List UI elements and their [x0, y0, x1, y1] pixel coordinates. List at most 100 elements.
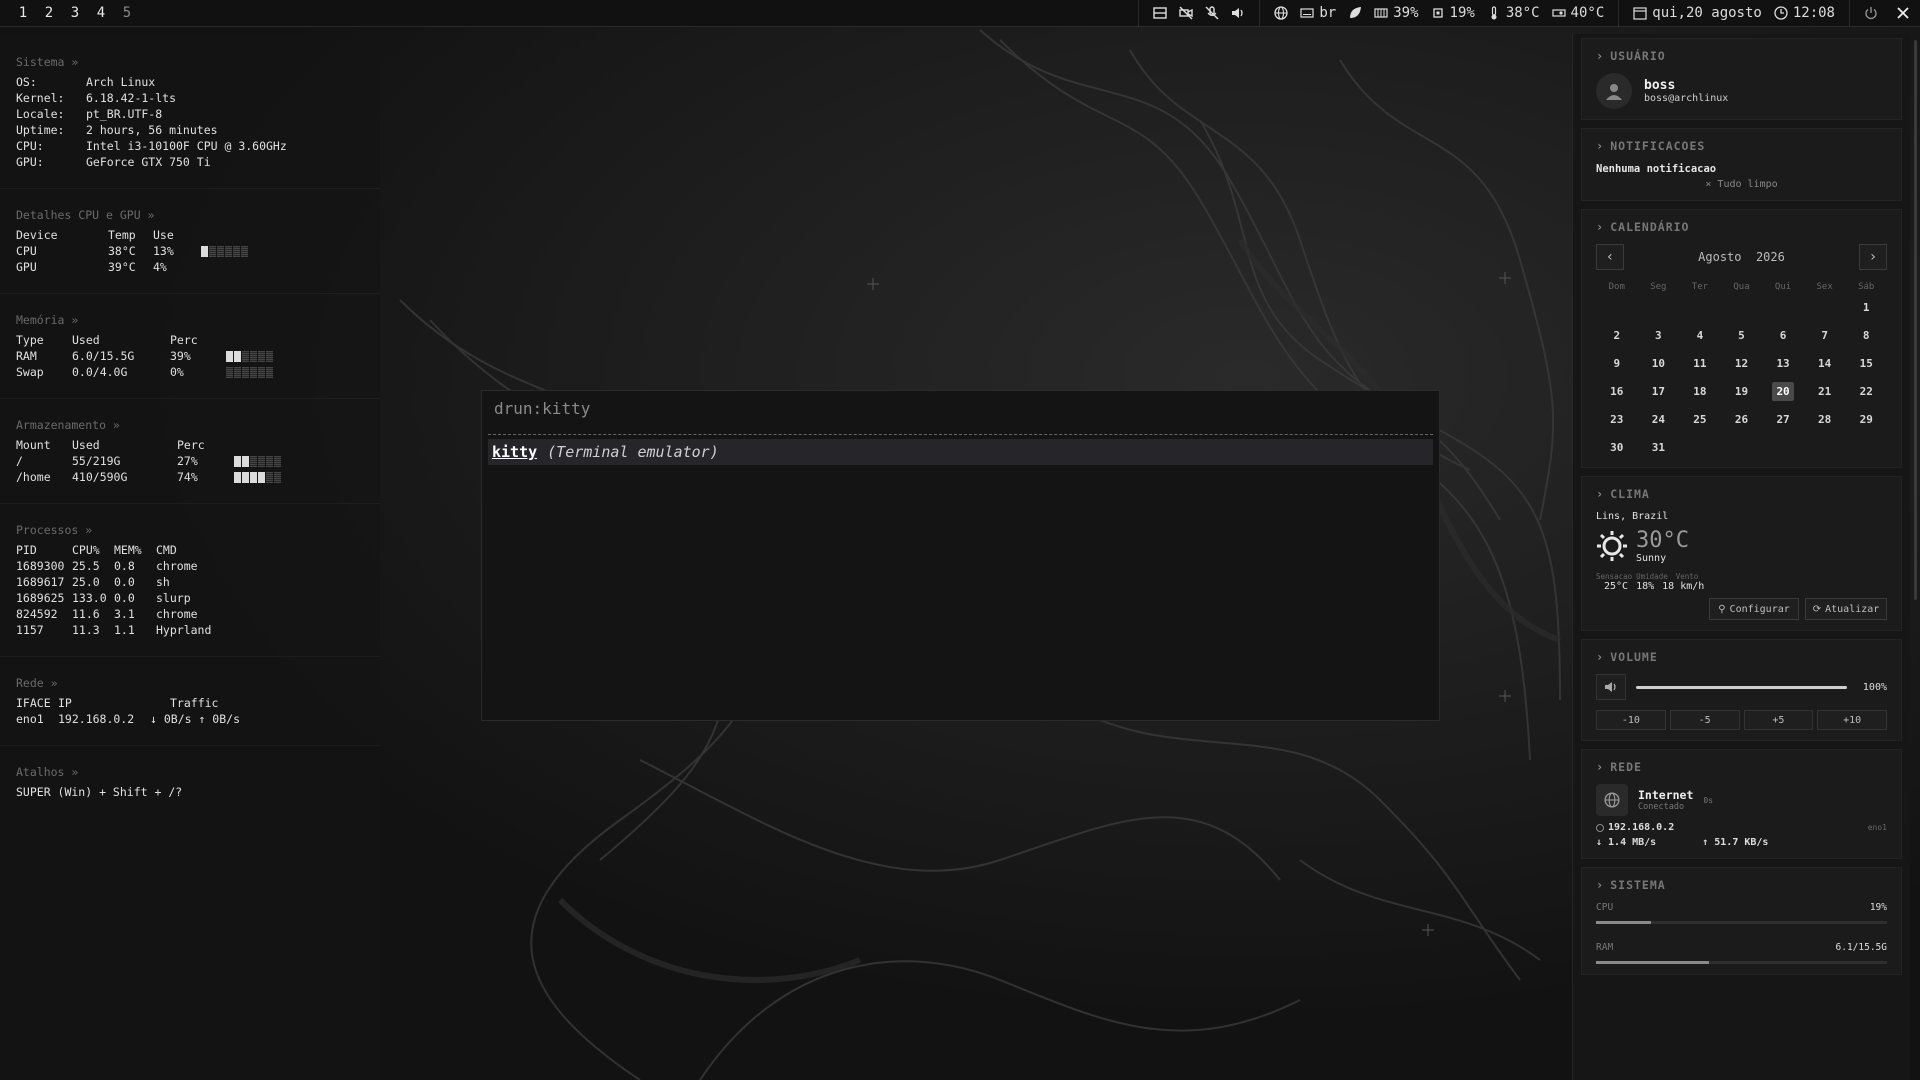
- cpu-temperature[interactable]: 38°C: [1487, 5, 1540, 21]
- calendar-empty-cell: [1638, 298, 1680, 317]
- sun-icon: [1597, 531, 1627, 561]
- network-uptime: 0s: [1703, 795, 1714, 805]
- calendar-day[interactable]: 30: [1596, 438, 1638, 457]
- calendar-day[interactable]: 6: [1762, 326, 1804, 345]
- info-row: GPU: GeForce GTX 750 Ti: [16, 155, 211, 169]
- weekday-label: Ter: [1691, 282, 1709, 292]
- calendar-day[interactable]: 16: [1596, 382, 1638, 401]
- time-display[interactable]: 12:08: [1774, 5, 1835, 21]
- table-row: / 55/219G 27%: [16, 453, 364, 469]
- calendar-day[interactable]: 14: [1804, 354, 1846, 373]
- section-title: Armazenamento »: [16, 418, 120, 432]
- weather-location: Lins, Brazil: [1596, 511, 1669, 522]
- configure-weather-button[interactable]: ⚲ Configurar: [1709, 598, 1799, 620]
- calendar-day[interactable]: 7: [1804, 326, 1846, 345]
- microphone-muted-icon[interactable]: [1205, 6, 1219, 20]
- launcher-query: kitty: [542, 399, 591, 418]
- calendar-day[interactable]: 3: [1638, 326, 1680, 345]
- calendar-day[interactable]: 18: [1679, 382, 1721, 401]
- calendar-day[interactable]: 31: [1638, 438, 1680, 457]
- volume-icon[interactable]: [1231, 6, 1245, 20]
- calendar-day[interactable]: 13: [1762, 354, 1804, 373]
- camera-off-icon[interactable]: [1179, 6, 1194, 20]
- volume-minus-5-button[interactable]: -5: [1669, 710, 1740, 730]
- network-connection[interactable]: Internet Conectado 0s: [1596, 784, 1887, 816]
- clear-all-button[interactable]: × Tudo limpo: [1596, 179, 1887, 190]
- power-icon[interactable]: [1864, 6, 1878, 20]
- usage-bar: [226, 350, 273, 362]
- clock-icon: [1774, 6, 1788, 20]
- layout-toggle-icon[interactable]: [1153, 6, 1168, 20]
- leaf-icon[interactable]: [1348, 6, 1362, 20]
- calendar-day[interactable]: 11: [1679, 354, 1721, 373]
- calendar-day[interactable]: 8: [1845, 326, 1887, 345]
- date-display[interactable]: qui,20 agosto: [1633, 5, 1762, 21]
- calendar-day[interactable]: 22: [1845, 382, 1887, 401]
- previous-month-button[interactable]: ‹: [1596, 244, 1624, 270]
- memory-chip-icon: [1374, 8, 1388, 18]
- calendar-day[interactable]: 26: [1721, 410, 1763, 429]
- cpu-usage-bar: [1596, 921, 1887, 924]
- cpu-usage[interactable]: 19%: [1431, 5, 1475, 21]
- network-status: Conectado: [1638, 802, 1685, 812]
- keyboard-layout[interactable]: br: [1300, 5, 1336, 21]
- network-globe-icon[interactable]: [1274, 6, 1289, 20]
- shortcuts-section: Atalhos » SUPER (Win) + Shift + /?: [0, 746, 380, 818]
- section-title: Detalhes CPU e GPU »: [16, 208, 155, 222]
- volume-slider[interactable]: [1636, 685, 1847, 689]
- volume-plus-5-button[interactable]: +5: [1743, 710, 1814, 730]
- calendar-day[interactable]: 9: [1596, 354, 1638, 373]
- workspace-3[interactable]: 3: [62, 5, 88, 21]
- weekday-label: Seg: [1650, 282, 1667, 292]
- volume-card: › VOLUME 100% -10 -5 +5 +10: [1581, 639, 1902, 741]
- workspace-2[interactable]: 2: [36, 5, 62, 21]
- launcher-search-input[interactable]: drun:kitty: [488, 391, 1433, 435]
- calendar-day[interactable]: 5: [1721, 326, 1763, 345]
- workspace-1[interactable]: 1: [10, 5, 36, 21]
- calendar-day[interactable]: 29: [1845, 410, 1887, 429]
- calendar-day[interactable]: 15: [1845, 354, 1887, 373]
- calendar-day[interactable]: 2: [1596, 326, 1638, 345]
- calendar-day[interactable]: 1: [1845, 298, 1887, 317]
- avatar[interactable]: [1596, 73, 1632, 109]
- info-row: Kernel: 6.18.42-1-lts: [16, 91, 177, 105]
- calendar-day[interactable]: 12: [1721, 354, 1763, 373]
- mute-toggle-button[interactable]: [1596, 674, 1626, 700]
- calendar-day[interactable]: 4: [1679, 326, 1721, 345]
- volume-minus-10-button[interactable]: -10: [1596, 710, 1666, 730]
- volume-plus-10-button[interactable]: +10: [1817, 710, 1887, 730]
- close-icon[interactable]: [1896, 6, 1910, 20]
- table-header: Mount Used Perc: [16, 438, 205, 452]
- volume-step-buttons: -10 -5 +5 +10: [1596, 710, 1887, 730]
- disk-usage-value: 39%: [1393, 5, 1419, 21]
- calendar-day[interactable]: 10: [1638, 354, 1680, 373]
- next-month-button[interactable]: ›: [1859, 244, 1887, 270]
- system-info-panel: Sistema » OS: Arch Linux Kernel: 6.18.42-1…: [0, 36, 380, 1080]
- panel-scrollbar[interactable]: [1914, 40, 1917, 600]
- cpu-gpu-section: Detalhes CPU e GPU » Device Temp Use CPU…: [0, 189, 380, 294]
- chevron-right-icon: ›: [1596, 760, 1605, 774]
- calendar-day[interactable]: 24: [1638, 410, 1680, 429]
- calendar-day[interactable]: 25: [1679, 410, 1721, 429]
- result-description: (Terminal emulator): [547, 443, 719, 461]
- calendar-day[interactable]: 17: [1638, 382, 1680, 401]
- info-row: CPU: Intel i3-10100F CPU @ 3.60GHz: [16, 139, 287, 153]
- workspace-4[interactable]: 4: [88, 5, 114, 21]
- usage-bar: [234, 455, 281, 467]
- calendar-day[interactable]: 23: [1596, 410, 1638, 429]
- gpu-temperature[interactable]: 40°C: [1551, 5, 1604, 21]
- workspace-5[interactable]: 5: [114, 5, 140, 21]
- refresh-weather-button[interactable]: ⟳ Atualizar: [1805, 598, 1887, 620]
- table-header: Type Used Perc: [16, 333, 198, 347]
- table-row: Swap 0.0/4.0G 0%: [16, 364, 364, 380]
- network-interface: eno1: [1867, 823, 1887, 832]
- disk-usage[interactable]: 39%: [1374, 5, 1419, 21]
- calendar-day[interactable]: 28: [1804, 410, 1846, 429]
- upload-rate: ↑ 51.7 KB/s: [1702, 837, 1769, 848]
- chevron-right-icon: ›: [1596, 49, 1605, 63]
- calendar-day[interactable]: 21: [1804, 382, 1846, 401]
- calendar-day[interactable]: 27: [1762, 410, 1804, 429]
- calendar-day-today[interactable]: 20: [1772, 382, 1795, 401]
- launcher-result-item[interactable]: kitty (Terminal emulator): [488, 439, 1433, 465]
- calendar-day[interactable]: 19: [1721, 382, 1763, 401]
